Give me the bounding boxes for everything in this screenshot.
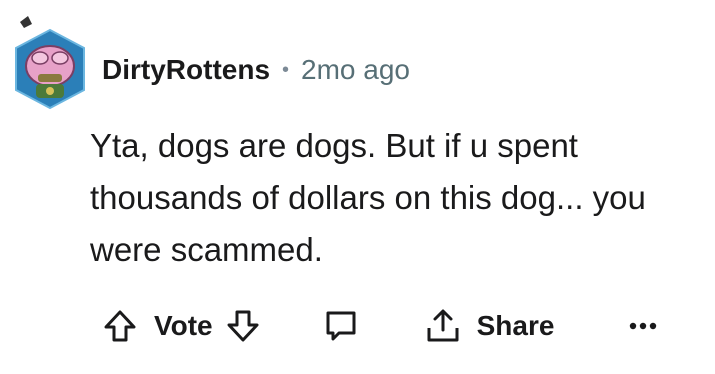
share-label: Share bbox=[476, 310, 555, 341]
more-options-icon bbox=[628, 320, 658, 332]
vote-count: Vote bbox=[154, 310, 213, 341]
comment-header: DirtyRottens • 2mo ago bbox=[102, 50, 410, 90]
share-icon bbox=[423, 306, 463, 346]
arrow-up-icon bbox=[100, 306, 140, 346]
downvote-button[interactable] bbox=[223, 306, 263, 346]
arrow-down-icon bbox=[223, 306, 263, 346]
avatar-image bbox=[15, 16, 85, 110]
more-options-button[interactable] bbox=[628, 320, 658, 332]
upvote-button[interactable] bbox=[100, 306, 140, 346]
reply-button[interactable] bbox=[321, 306, 361, 346]
comment-bubble-icon bbox=[321, 306, 361, 346]
share-button[interactable]: Share bbox=[423, 306, 555, 346]
author-username[interactable]: DirtyRottens bbox=[102, 54, 270, 86]
comment-timestamp[interactable]: 2mo ago bbox=[301, 54, 410, 86]
comment-action-bar: Vote Share bbox=[100, 300, 700, 352]
author-avatar[interactable] bbox=[10, 14, 90, 110]
comment-body: Yta, dogs are dogs. But if u spent thous… bbox=[90, 127, 646, 268]
meta-separator: • bbox=[282, 58, 290, 81]
